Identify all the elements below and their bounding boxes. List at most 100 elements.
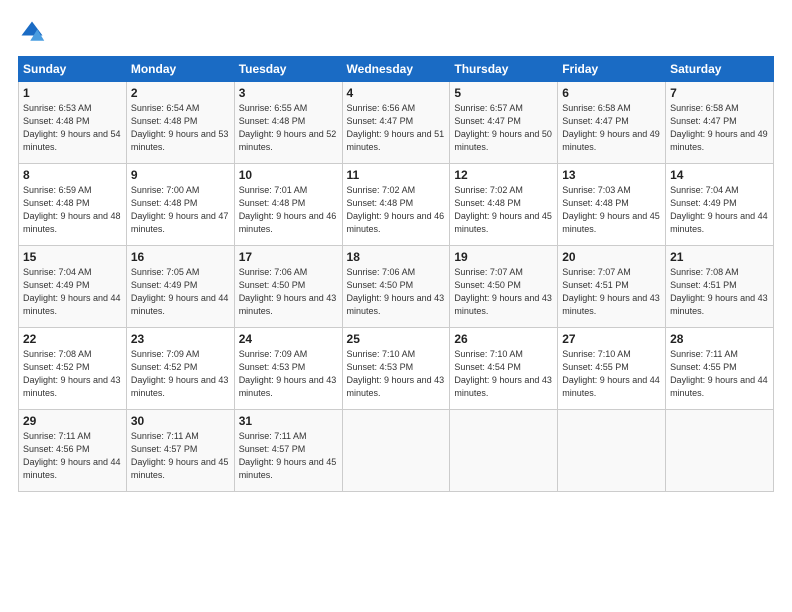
logo-icon	[18, 18, 46, 46]
calendar-day-cell: 19 Sunrise: 7:07 AM Sunset: 4:50 PM Dayl…	[450, 246, 558, 328]
day-number: 3	[239, 86, 338, 100]
day-number: 7	[670, 86, 769, 100]
day-info: Sunrise: 7:08 AM Sunset: 4:52 PM Dayligh…	[23, 348, 122, 400]
calendar-day-cell: 22 Sunrise: 7:08 AM Sunset: 4:52 PM Dayl…	[19, 328, 127, 410]
calendar-day-cell: 26 Sunrise: 7:10 AM Sunset: 4:54 PM Dayl…	[450, 328, 558, 410]
day-info: Sunrise: 7:08 AM Sunset: 4:51 PM Dayligh…	[670, 266, 769, 318]
day-number: 13	[562, 168, 661, 182]
calendar-day-cell: 8 Sunrise: 6:59 AM Sunset: 4:48 PM Dayli…	[19, 164, 127, 246]
calendar-day-cell: 15 Sunrise: 7:04 AM Sunset: 4:49 PM Dayl…	[19, 246, 127, 328]
calendar-day-cell: 3 Sunrise: 6:55 AM Sunset: 4:48 PM Dayli…	[234, 82, 342, 164]
day-info: Sunrise: 6:58 AM Sunset: 4:47 PM Dayligh…	[562, 102, 661, 154]
day-of-week-header: Friday	[558, 57, 666, 82]
calendar-day-cell	[666, 410, 774, 492]
calendar-day-cell	[450, 410, 558, 492]
day-number: 1	[23, 86, 122, 100]
day-number: 8	[23, 168, 122, 182]
calendar-day-cell: 10 Sunrise: 7:01 AM Sunset: 4:48 PM Dayl…	[234, 164, 342, 246]
day-number: 16	[131, 250, 230, 264]
calendar-day-cell: 13 Sunrise: 7:03 AM Sunset: 4:48 PM Dayl…	[558, 164, 666, 246]
day-info: Sunrise: 7:02 AM Sunset: 4:48 PM Dayligh…	[454, 184, 553, 236]
calendar-day-cell	[342, 410, 450, 492]
calendar-day-cell: 5 Sunrise: 6:57 AM Sunset: 4:47 PM Dayli…	[450, 82, 558, 164]
calendar-week-row: 8 Sunrise: 6:59 AM Sunset: 4:48 PM Dayli…	[19, 164, 774, 246]
day-info: Sunrise: 7:09 AM Sunset: 4:52 PM Dayligh…	[131, 348, 230, 400]
calendar-day-cell	[558, 410, 666, 492]
day-of-week-header: Wednesday	[342, 57, 450, 82]
day-info: Sunrise: 7:06 AM Sunset: 4:50 PM Dayligh…	[239, 266, 338, 318]
day-info: Sunrise: 7:04 AM Sunset: 4:49 PM Dayligh…	[23, 266, 122, 318]
day-info: Sunrise: 7:02 AM Sunset: 4:48 PM Dayligh…	[347, 184, 446, 236]
calendar-day-cell: 7 Sunrise: 6:58 AM Sunset: 4:47 PM Dayli…	[666, 82, 774, 164]
day-info: Sunrise: 7:07 AM Sunset: 4:51 PM Dayligh…	[562, 266, 661, 318]
day-info: Sunrise: 7:09 AM Sunset: 4:53 PM Dayligh…	[239, 348, 338, 400]
day-info: Sunrise: 6:56 AM Sunset: 4:47 PM Dayligh…	[347, 102, 446, 154]
day-number: 2	[131, 86, 230, 100]
calendar-day-cell: 24 Sunrise: 7:09 AM Sunset: 4:53 PM Dayl…	[234, 328, 342, 410]
calendar-day-cell: 31 Sunrise: 7:11 AM Sunset: 4:57 PM Dayl…	[234, 410, 342, 492]
calendar-day-cell: 16 Sunrise: 7:05 AM Sunset: 4:49 PM Dayl…	[126, 246, 234, 328]
day-info: Sunrise: 6:59 AM Sunset: 4:48 PM Dayligh…	[23, 184, 122, 236]
day-number: 18	[347, 250, 446, 264]
day-number: 21	[670, 250, 769, 264]
day-info: Sunrise: 7:00 AM Sunset: 4:48 PM Dayligh…	[131, 184, 230, 236]
calendar-day-cell: 28 Sunrise: 7:11 AM Sunset: 4:55 PM Dayl…	[666, 328, 774, 410]
day-info: Sunrise: 7:04 AM Sunset: 4:49 PM Dayligh…	[670, 184, 769, 236]
calendar-day-cell: 4 Sunrise: 6:56 AM Sunset: 4:47 PM Dayli…	[342, 82, 450, 164]
calendar-day-cell: 30 Sunrise: 7:11 AM Sunset: 4:57 PM Dayl…	[126, 410, 234, 492]
calendar-day-cell: 12 Sunrise: 7:02 AM Sunset: 4:48 PM Dayl…	[450, 164, 558, 246]
day-info: Sunrise: 7:06 AM Sunset: 4:50 PM Dayligh…	[347, 266, 446, 318]
calendar-day-cell: 2 Sunrise: 6:54 AM Sunset: 4:48 PM Dayli…	[126, 82, 234, 164]
logo	[18, 18, 50, 46]
page: SundayMondayTuesdayWednesdayThursdayFrid…	[0, 0, 792, 612]
day-info: Sunrise: 7:10 AM Sunset: 4:54 PM Dayligh…	[454, 348, 553, 400]
calendar: SundayMondayTuesdayWednesdayThursdayFrid…	[18, 56, 774, 492]
day-info: Sunrise: 7:10 AM Sunset: 4:55 PM Dayligh…	[562, 348, 661, 400]
calendar-week-row: 15 Sunrise: 7:04 AM Sunset: 4:49 PM Dayl…	[19, 246, 774, 328]
day-number: 11	[347, 168, 446, 182]
day-number: 9	[131, 168, 230, 182]
calendar-day-cell: 23 Sunrise: 7:09 AM Sunset: 4:52 PM Dayl…	[126, 328, 234, 410]
day-number: 29	[23, 414, 122, 428]
calendar-week-row: 22 Sunrise: 7:08 AM Sunset: 4:52 PM Dayl…	[19, 328, 774, 410]
day-info: Sunrise: 6:57 AM Sunset: 4:47 PM Dayligh…	[454, 102, 553, 154]
day-info: Sunrise: 7:11 AM Sunset: 4:57 PM Dayligh…	[239, 430, 338, 482]
day-number: 17	[239, 250, 338, 264]
day-info: Sunrise: 7:11 AM Sunset: 4:57 PM Dayligh…	[131, 430, 230, 482]
calendar-day-cell: 11 Sunrise: 7:02 AM Sunset: 4:48 PM Dayl…	[342, 164, 450, 246]
calendar-day-cell: 6 Sunrise: 6:58 AM Sunset: 4:47 PM Dayli…	[558, 82, 666, 164]
calendar-day-cell: 29 Sunrise: 7:11 AM Sunset: 4:56 PM Dayl…	[19, 410, 127, 492]
calendar-day-cell: 25 Sunrise: 7:10 AM Sunset: 4:53 PM Dayl…	[342, 328, 450, 410]
day-number: 27	[562, 332, 661, 346]
day-number: 4	[347, 86, 446, 100]
day-number: 14	[670, 168, 769, 182]
calendar-day-cell: 9 Sunrise: 7:00 AM Sunset: 4:48 PM Dayli…	[126, 164, 234, 246]
calendar-week-row: 29 Sunrise: 7:11 AM Sunset: 4:56 PM Dayl…	[19, 410, 774, 492]
day-number: 25	[347, 332, 446, 346]
calendar-day-cell: 20 Sunrise: 7:07 AM Sunset: 4:51 PM Dayl…	[558, 246, 666, 328]
calendar-day-cell: 1 Sunrise: 6:53 AM Sunset: 4:48 PM Dayli…	[19, 82, 127, 164]
day-number: 23	[131, 332, 230, 346]
day-info: Sunrise: 7:11 AM Sunset: 4:56 PM Dayligh…	[23, 430, 122, 482]
day-number: 28	[670, 332, 769, 346]
day-info: Sunrise: 6:55 AM Sunset: 4:48 PM Dayligh…	[239, 102, 338, 154]
day-info: Sunrise: 7:07 AM Sunset: 4:50 PM Dayligh…	[454, 266, 553, 318]
day-number: 24	[239, 332, 338, 346]
day-info: Sunrise: 7:11 AM Sunset: 4:55 PM Dayligh…	[670, 348, 769, 400]
day-number: 6	[562, 86, 661, 100]
day-of-week-header: Tuesday	[234, 57, 342, 82]
day-number: 19	[454, 250, 553, 264]
days-of-week-row: SundayMondayTuesdayWednesdayThursdayFrid…	[19, 57, 774, 82]
day-info: Sunrise: 7:10 AM Sunset: 4:53 PM Dayligh…	[347, 348, 446, 400]
day-of-week-header: Saturday	[666, 57, 774, 82]
day-number: 20	[562, 250, 661, 264]
day-of-week-header: Thursday	[450, 57, 558, 82]
calendar-week-row: 1 Sunrise: 6:53 AM Sunset: 4:48 PM Dayli…	[19, 82, 774, 164]
calendar-day-cell: 17 Sunrise: 7:06 AM Sunset: 4:50 PM Dayl…	[234, 246, 342, 328]
day-number: 12	[454, 168, 553, 182]
day-info: Sunrise: 7:05 AM Sunset: 4:49 PM Dayligh…	[131, 266, 230, 318]
day-number: 15	[23, 250, 122, 264]
day-number: 30	[131, 414, 230, 428]
day-of-week-header: Monday	[126, 57, 234, 82]
day-number: 26	[454, 332, 553, 346]
